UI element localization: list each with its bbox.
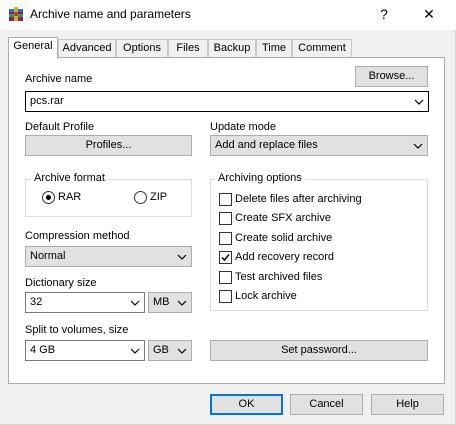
help-titlebar-button[interactable]: ?: [369, 2, 399, 26]
radio-rar-label[interactable]: RAR: [58, 191, 81, 203]
browse-button[interactable]: Browse...: [355, 66, 428, 87]
checkmark-icon: [221, 254, 230, 262]
split-volumes-label: Split to volumes, size: [25, 324, 129, 336]
radio-rar[interactable]: [42, 191, 55, 204]
split-unit-value: GB: [153, 344, 169, 356]
dictionary-size-label: Dictionary size: [25, 277, 97, 289]
checkbox-delete-files-label[interactable]: Delete files after archiving: [235, 193, 362, 205]
archiving-options-title: Archiving options: [215, 172, 305, 184]
set-password-button[interactable]: Set password...: [210, 340, 428, 361]
archive-name-value: pcs.rar: [30, 95, 64, 107]
split-volumes-value: 4 GB: [30, 344, 56, 356]
tab-general[interactable]: General: [8, 37, 58, 59]
window-title: Archive name and parameters: [30, 7, 191, 21]
checkbox-test-archived[interactable]: [219, 271, 232, 284]
dictionary-size-value: 32: [30, 296, 43, 308]
chevron-down-icon: [177, 293, 187, 312]
checkbox-create-sfx[interactable]: [219, 212, 232, 225]
split-volumes-combo[interactable]: 4 GB: [25, 340, 145, 361]
dictionary-size-combo[interactable]: 32: [25, 292, 145, 313]
checkbox-test-archived-label[interactable]: Test archived files: [235, 271, 322, 283]
cancel-button[interactable]: Cancel: [290, 394, 363, 415]
compression-method-label: Compression method: [25, 230, 130, 242]
dictionary-unit-select[interactable]: MB: [148, 292, 192, 313]
dialog-window: Archive name and parameters ? ✕ General …: [0, 0, 456, 425]
radio-zip[interactable]: [134, 191, 147, 204]
archive-name-label: Archive name: [25, 73, 93, 85]
checkbox-solid-archive-label[interactable]: Create solid archive: [235, 232, 332, 244]
close-icon[interactable]: ✕: [414, 2, 444, 26]
split-unit-select[interactable]: GB: [148, 340, 192, 361]
default-profile-label: Default Profile: [25, 121, 95, 133]
tab-time[interactable]: Time: [256, 39, 292, 57]
checkbox-solid-archive[interactable]: [219, 232, 232, 245]
dictionary-unit-value: MB: [153, 296, 170, 308]
update-mode-select[interactable]: Add and replace files: [210, 135, 428, 156]
update-mode-value: Add and replace files: [215, 139, 318, 151]
archive-format-title: Archive format: [31, 172, 108, 184]
chevron-down-icon: [177, 247, 187, 266]
tab-advanced[interactable]: Advanced: [58, 39, 116, 57]
chevron-down-icon: [177, 341, 187, 360]
compression-method-select[interactable]: Normal: [25, 246, 192, 267]
tab-backup[interactable]: Backup: [208, 39, 256, 57]
checkbox-lock-archive[interactable]: [219, 290, 232, 303]
checkbox-recovery-record[interactable]: [219, 251, 232, 264]
ok-button[interactable]: OK: [210, 394, 283, 415]
chevron-down-icon: [130, 293, 140, 312]
radio-zip-label[interactable]: ZIP: [150, 191, 167, 203]
checkbox-lock-archive-label[interactable]: Lock archive: [235, 290, 297, 302]
compression-method-value: Normal: [30, 250, 66, 262]
chevron-down-icon: [413, 136, 423, 155]
chevron-down-icon: [130, 341, 140, 360]
tab-files[interactable]: Files: [168, 39, 208, 57]
profiles-button[interactable]: Profiles...: [25, 135, 192, 156]
checkbox-create-sfx-label[interactable]: Create SFX archive: [235, 212, 331, 224]
help-button[interactable]: Help: [371, 394, 444, 415]
winrar-app-icon: [8, 6, 24, 22]
checkbox-recovery-record-label[interactable]: Add recovery record: [235, 251, 334, 263]
archive-name-combo[interactable]: pcs.rar: [25, 91, 429, 112]
chevron-down-icon: [414, 92, 424, 111]
checkbox-delete-files[interactable]: [219, 193, 232, 206]
tab-options[interactable]: Options: [116, 39, 168, 57]
title-bar: Archive name and parameters ? ✕: [0, 0, 456, 30]
tab-comment[interactable]: Comment: [292, 39, 352, 57]
update-mode-label: Update mode: [210, 121, 277, 133]
